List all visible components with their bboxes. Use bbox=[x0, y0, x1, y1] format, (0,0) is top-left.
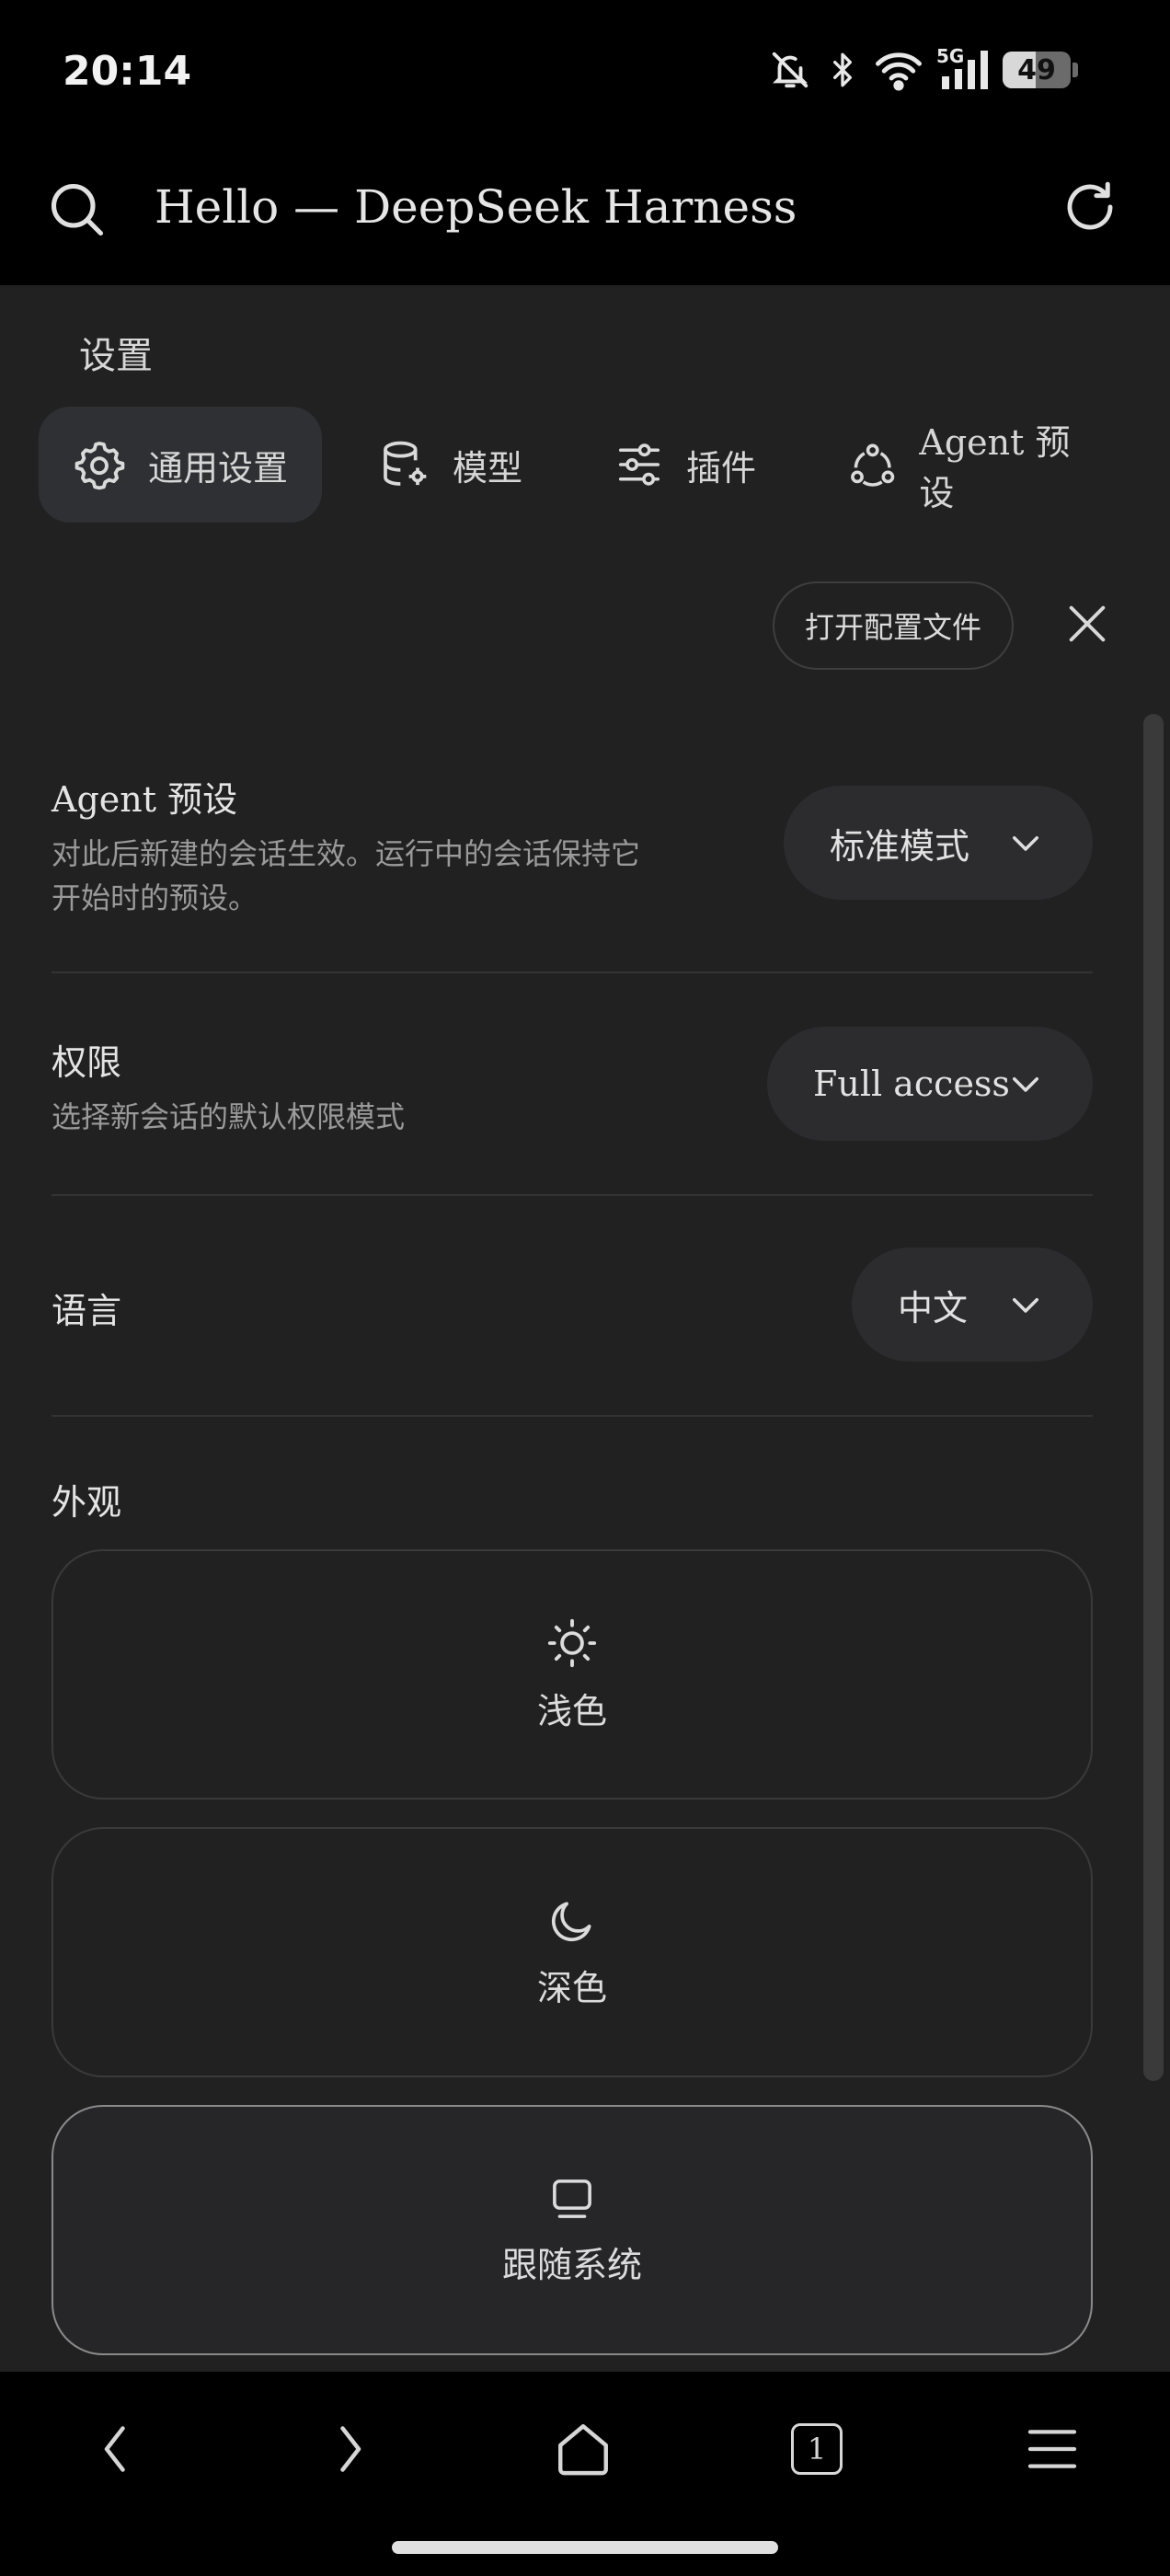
tab-general-label: 通用设置 bbox=[147, 447, 288, 489]
theme-option-system-label: 跟随系统 bbox=[501, 2244, 642, 2285]
wifi-icon bbox=[876, 52, 922, 91]
home-icon bbox=[558, 2424, 608, 2476]
tab-plugins[interactable]: 插件 bbox=[614, 407, 771, 523]
chevron-down-icon bbox=[1013, 836, 1038, 851]
bluetooth-icon bbox=[833, 52, 852, 87]
refresh-icon[interactable] bbox=[1060, 177, 1120, 237]
agent-preset-description: 对此后新建的会话生效。运行中的会话保持它开始时的预设。 bbox=[52, 836, 641, 915]
tab-agent-presets-label: Agent 预设 bbox=[919, 422, 1071, 513]
menu-button[interactable] bbox=[1006, 2416, 1098, 2482]
tab-count-icon: 1 bbox=[791, 2423, 843, 2475]
close-icon[interactable] bbox=[1063, 600, 1111, 648]
status-time: 20:14 bbox=[63, 48, 192, 95]
permissions-dropdown[interactable]: Full access bbox=[767, 1027, 1093, 1141]
sun-icon bbox=[547, 1618, 597, 1667]
agent-preset-dropdown[interactable]: 标准模式 bbox=[784, 786, 1093, 900]
page-title[interactable]: Hello — DeepSeek Harness bbox=[155, 180, 797, 234]
language-dropdown[interactable]: 中文 bbox=[852, 1248, 1093, 1362]
theme-option-dark[interactable]: 深色 bbox=[52, 1827, 1093, 2077]
agent-preset-value: 标准模式 bbox=[830, 825, 970, 867]
chevron-right-icon bbox=[340, 2426, 361, 2472]
back-button[interactable] bbox=[70, 2416, 162, 2482]
divider bbox=[52, 972, 1093, 973]
tab-models-label: 模型 bbox=[453, 447, 523, 489]
theme-option-light-label: 浅色 bbox=[536, 1690, 607, 1731]
gear-icon bbox=[75, 442, 125, 490]
permissions-title: 权限 bbox=[52, 1042, 122, 1083]
cellular-signal-icon: 5G bbox=[936, 45, 990, 91]
divider bbox=[52, 1415, 1093, 1417]
home-button[interactable] bbox=[537, 2416, 629, 2482]
theme-option-light[interactable]: 浅色 bbox=[52, 1549, 1093, 1800]
divider bbox=[52, 1194, 1093, 1196]
language-value: 中文 bbox=[898, 1287, 969, 1328]
tab-plugins-label: 插件 bbox=[686, 447, 757, 489]
tab-agent-presets[interactable]: Agent 预设 bbox=[848, 407, 1096, 523]
moon-icon bbox=[551, 1901, 591, 1941]
tab-general[interactable]: 通用设置 bbox=[39, 407, 322, 523]
theme-option-system[interactable]: 跟随系统 bbox=[52, 2105, 1093, 2355]
chevron-down-icon bbox=[1013, 1298, 1038, 1313]
battery-level: 49 bbox=[1017, 53, 1056, 86]
hamburger-menu-icon bbox=[1027, 2430, 1077, 2468]
chevron-left-icon bbox=[104, 2426, 125, 2472]
database-gear-icon bbox=[384, 441, 427, 486]
scrollbar[interactable] bbox=[1143, 714, 1164, 2081]
monitor-icon bbox=[553, 2179, 591, 2218]
tab-models[interactable]: 模型 bbox=[379, 407, 535, 523]
agent-preset-title: Agent 预设 bbox=[52, 779, 238, 820]
gesture-home-bar[interactable] bbox=[392, 2541, 778, 2554]
permissions-value: Full access bbox=[813, 1064, 1010, 1104]
tab-count: 1 bbox=[807, 2432, 827, 2467]
battery-indicator: 49 bbox=[1003, 52, 1071, 88]
sliders-icon bbox=[618, 443, 660, 486]
search-icon[interactable] bbox=[46, 178, 109, 241]
open-config-button[interactable]: 打开配置文件 bbox=[773, 581, 1014, 670]
language-title: 语言 bbox=[52, 1291, 122, 1331]
status-icons: 5G 49 bbox=[769, 45, 1078, 91]
agent-nodes-icon bbox=[851, 443, 895, 487]
chevron-down-icon bbox=[1013, 1077, 1038, 1092]
appearance-title: 外观 bbox=[52, 1482, 122, 1523]
bell-off-icon bbox=[772, 52, 809, 88]
forward-button[interactable] bbox=[304, 2416, 396, 2482]
tabs-button[interactable]: 1 bbox=[771, 2416, 863, 2482]
theme-option-dark-label: 深色 bbox=[536, 1967, 607, 2008]
settings-heading: 设置 bbox=[79, 335, 153, 377]
permissions-description: 选择新会话的默认权限模式 bbox=[52, 1099, 406, 1134]
